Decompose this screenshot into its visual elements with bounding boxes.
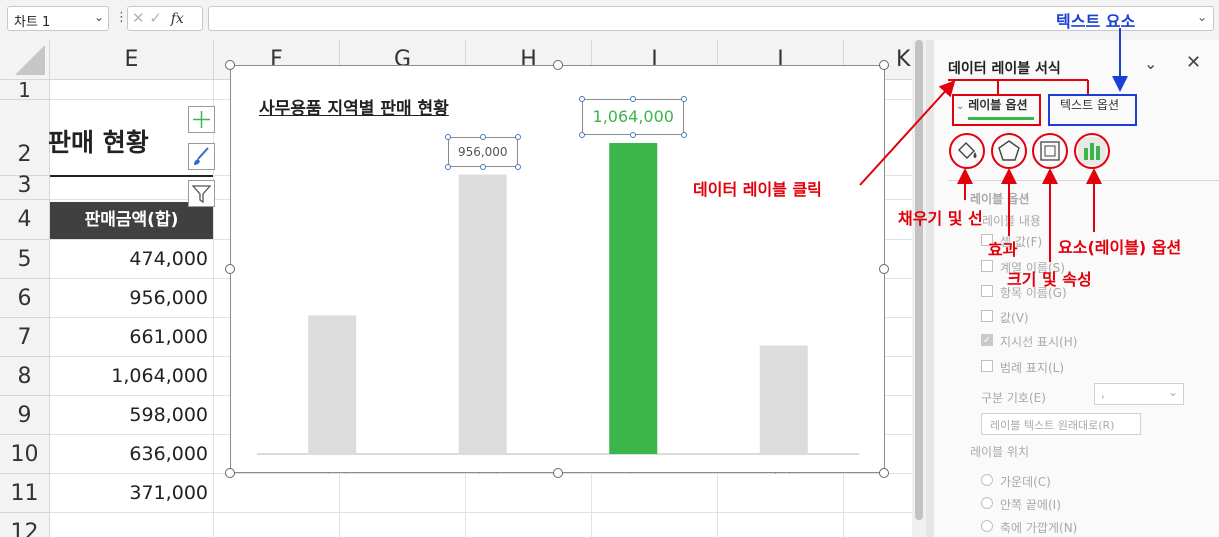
annotation-text-element: 텍스트 요소 — [1056, 12, 1136, 31]
annotation-box-label-options — [952, 94, 1041, 126]
annotation-click-label: 데이터 레이블 클릭 — [693, 180, 822, 199]
annotation-effects: 효과 — [988, 240, 1018, 259]
annotation-label-options: 요소(레이블) 옵션 — [1058, 238, 1182, 257]
annotation-circle-fill — [949, 133, 985, 169]
annotation-circle-label-options — [1074, 133, 1110, 169]
annotation-size-props: 크기 및 속성 — [1007, 270, 1092, 289]
annotation-box-text-options — [1048, 94, 1137, 126]
annotation-bracket — [997, 80, 1089, 94]
annotation-fill-line: 채우기 및 선 — [898, 209, 983, 228]
annotation-circle-size — [1032, 133, 1068, 169]
annotation-arrow-click — [859, 80, 956, 186]
annotation-circle-effects — [991, 133, 1027, 169]
